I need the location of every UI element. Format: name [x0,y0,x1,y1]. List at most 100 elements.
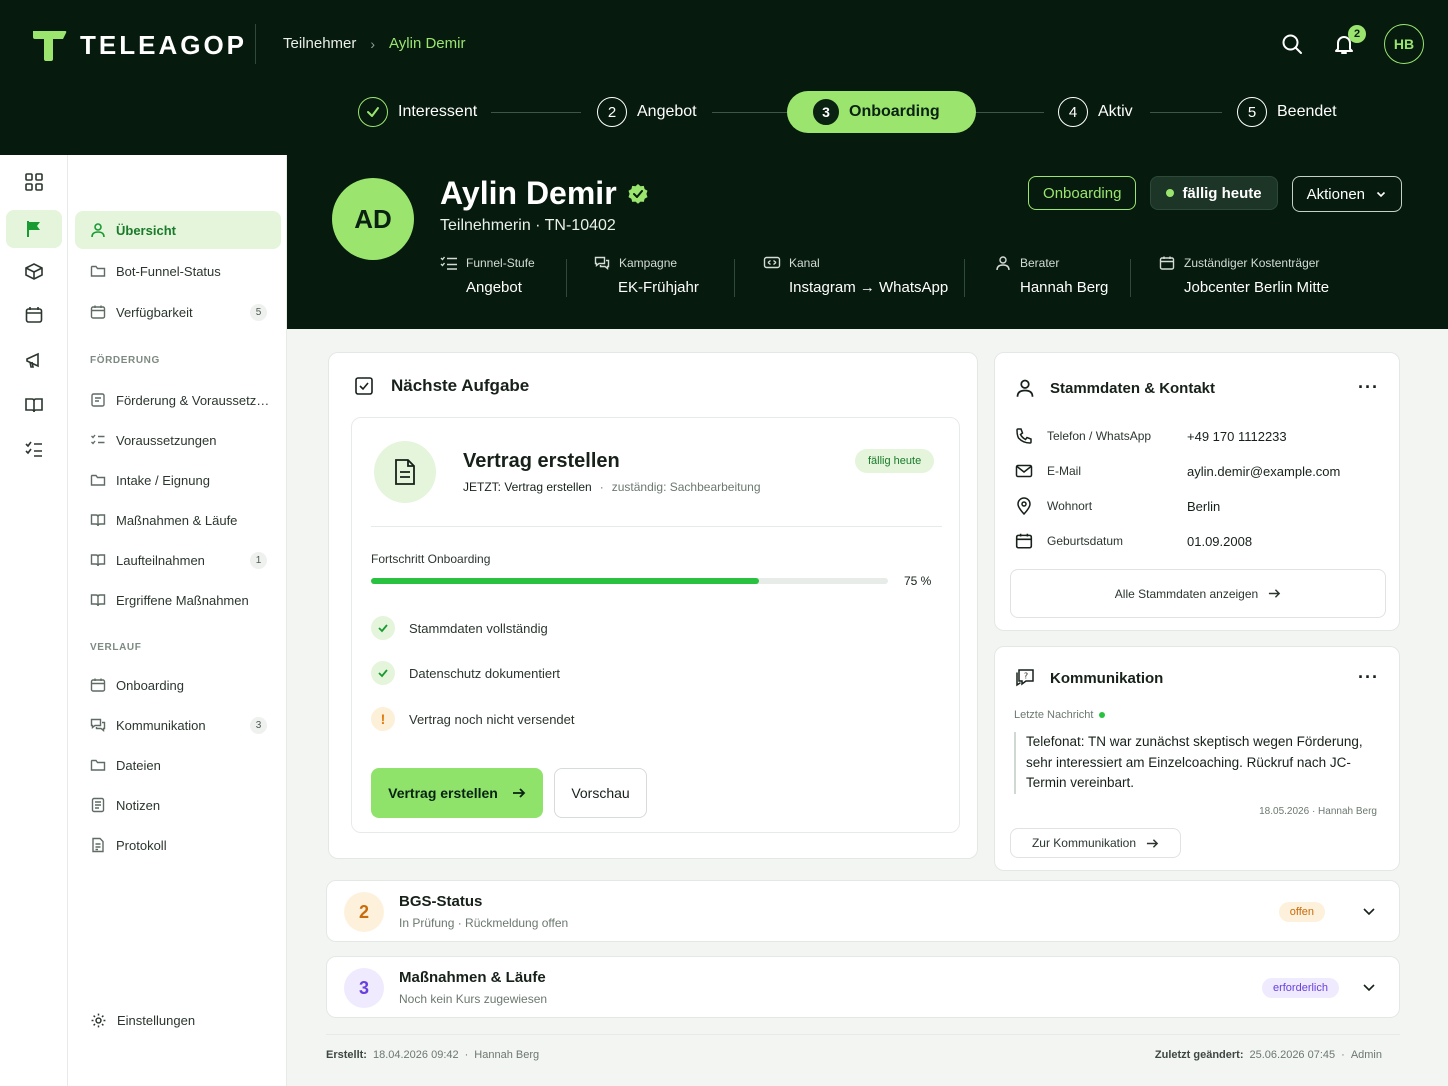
actions-dropdown[interactable]: Aktionen [1291,176,1402,212]
meta-label: Zuständiger Kostenträger [1184,256,1320,270]
rail-cases[interactable] [6,252,62,290]
nav-item-protokoll[interactable]: Protokoll [75,826,281,864]
nav-item-uebersicht[interactable]: Übersicht [75,211,281,249]
folder-icon [90,265,106,277]
step-onboarding[interactable]: 3 Onboarding [787,91,976,133]
step-label: Angebot [637,103,697,120]
bgs-status-row[interactable]: 2 BGS-Status In Prüfung · Rückmeldung of… [326,880,1400,942]
chevron-right-icon: › [370,35,376,52]
search-icon[interactable] [1280,32,1304,56]
due-badge: fällig heute [1150,176,1278,210]
step-beendet[interactable]: 5 Beendet [1237,91,1337,133]
rail-participants[interactable] [6,210,62,248]
nav-item-voraussetzungen[interactable]: Voraussetzungen [75,421,281,459]
meta-berater: Berater Hannah Berg [994,255,1108,301]
breadcrumb-root[interactable]: Teilnehmer [283,35,356,52]
meta-value: Angebot [466,279,522,296]
chevron-down-icon[interactable] [1361,979,1377,995]
last-message-text: Letzte Nachricht [1014,709,1094,721]
top-bar: TELEAGOP Teilnehmer › Aylin Demir 2 HB I… [0,0,1448,155]
meta-kampagne: Kampagne EK-Frühjahr [593,255,699,301]
gear-icon [91,1013,106,1027]
check-icon [358,97,388,127]
grid-icon [25,173,43,191]
progress-label: Fortschritt Onboarding [371,552,491,566]
checklist-icon [25,441,42,457]
massnahmen-row[interactable]: 3 Maßnahmen & Läufe Noch kein Kurs zugew… [326,956,1400,1018]
check-item: ! Vertrag noch nicht versendet [371,707,575,731]
nav-label: Protokoll [116,837,167,853]
brand-logo[interactable]: TELEAGOP [30,28,247,62]
notifications-button[interactable]: 2 [1332,25,1366,56]
check-icon [371,661,395,685]
contact-value[interactable]: aylin.demir@example.com [1187,464,1340,479]
rail-knowledge[interactable] [6,386,62,424]
folder-icon [90,759,106,771]
row-title: Maßnahmen & Läufe [399,969,546,986]
actions-label: Aktionen [1306,185,1365,203]
nav-label: Einstellungen [117,1012,196,1028]
check-label: Stammdaten vollständig [409,620,548,636]
meta-label: Funnel-Stufe [466,256,535,270]
step-interessent[interactable]: Interessent [358,91,477,133]
nav-item-einstellungen[interactable]: Einstellungen [75,1001,281,1039]
nav-label: Dateien [116,757,161,773]
more-options-icon[interactable]: ··· [1358,667,1379,688]
nav-badge: 1 [250,552,267,569]
step-label: Aktiv [1098,103,1133,120]
book-icon [90,554,106,567]
folder-icon [90,474,106,486]
rail-campaigns[interactable] [6,341,62,379]
nav-item-kommunikation[interactable]: Kommunikation 3 [75,706,281,744]
user-avatar[interactable]: HB [1384,24,1424,64]
check-item: Datenschutz dokumentiert [371,661,560,685]
nav-label: Verfügbarkeit [116,304,193,320]
nav-item-dateien[interactable]: Dateien [75,746,281,784]
contact-value[interactable]: +49 170 1112233 [1187,429,1287,444]
changed-by: Admin [1350,1049,1382,1061]
chat-icon: ? [1016,669,1034,687]
nav-badge: 3 [250,717,267,734]
nav-item-bot-funnel-status[interactable]: Bot-Funnel-Status [75,252,281,290]
step-connector [1150,112,1222,113]
chevron-down-icon[interactable] [1361,903,1377,919]
participant-name: Aylin Demir [440,175,617,211]
breadcrumb-current: Aylin Demir [389,35,466,52]
step-angebot[interactable]: 2 Angebot [597,91,697,133]
task-now: JETZT: Vertrag erstellen [463,480,592,494]
arrow-right-icon [1269,589,1281,598]
task-subline: JETZT: Vertrag erstellen · zuständig: Sa… [463,480,761,494]
rail-calendar[interactable] [6,296,62,334]
row-title: BGS-Status [399,893,483,910]
checklist-icon [91,434,105,445]
breadcrumb: Teilnehmer › Aylin Demir [283,35,465,52]
rail-dashboard[interactable] [6,163,62,201]
go-to-communication-button[interactable]: Zur Kommunikation [1010,828,1181,858]
arrow-right-icon [512,788,526,798]
step-number: 3 [813,99,839,125]
nav-item-intake[interactable]: Intake / Eignung [75,461,281,499]
nav-label: Maßnahmen & Läufe [116,512,238,528]
user-icon [91,223,105,238]
nav-label: Förderung & Voraussetzungen [116,392,276,408]
calendar-icon [1159,256,1175,270]
nav-item-foerderung[interactable]: Förderung & Voraussetzungen [75,381,281,419]
channel-icon [763,256,781,269]
step-aktiv[interactable]: 4 Aktiv [1058,91,1133,133]
contact-label: Telefon / WhatsApp [1047,429,1152,443]
nav-item-notizen[interactable]: Notizen [75,786,281,824]
nav-item-ergriffene-massnahmen[interactable]: Ergriffene Maßnahmen [75,581,281,619]
nav-item-verfuegbarkeit[interactable]: Verfügbarkeit 5 [75,293,281,331]
show-all-master-data-button[interactable]: Alle Stammdaten anzeigen [1010,569,1386,618]
contact-row-email: E-Mail aylin.demir@example.com [1015,462,1340,480]
rail-tasks[interactable] [6,430,62,468]
meta-value: EK-Frühjahr [618,279,699,296]
user-icon [996,256,1010,271]
preview-button[interactable]: Vorschau [554,768,647,818]
nav-item-laufteilnahmen[interactable]: Laufteilnahmen 1 [75,541,281,579]
create-contract-button[interactable]: Vertrag erstellen [371,768,543,818]
button-label: Alle Stammdaten anzeigen [1114,586,1259,601]
nav-item-massnahmen[interactable]: Maßnahmen & Läufe [75,501,281,539]
nav-item-onboarding[interactable]: Onboarding [75,666,281,704]
more-options-icon[interactable]: ··· [1358,377,1379,398]
